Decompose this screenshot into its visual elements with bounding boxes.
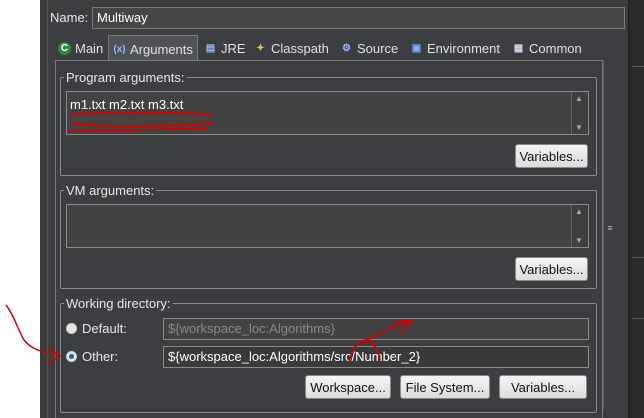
- arrow-annotation: [348, 338, 381, 363]
- arrow-annotation: [361, 319, 413, 344]
- underline-annotation: [67, 127, 209, 132]
- underline-annotation: [71, 122, 214, 128]
- underline-annotation: [69, 111, 212, 115]
- red-annotation-overlay: [5, 111, 415, 365]
